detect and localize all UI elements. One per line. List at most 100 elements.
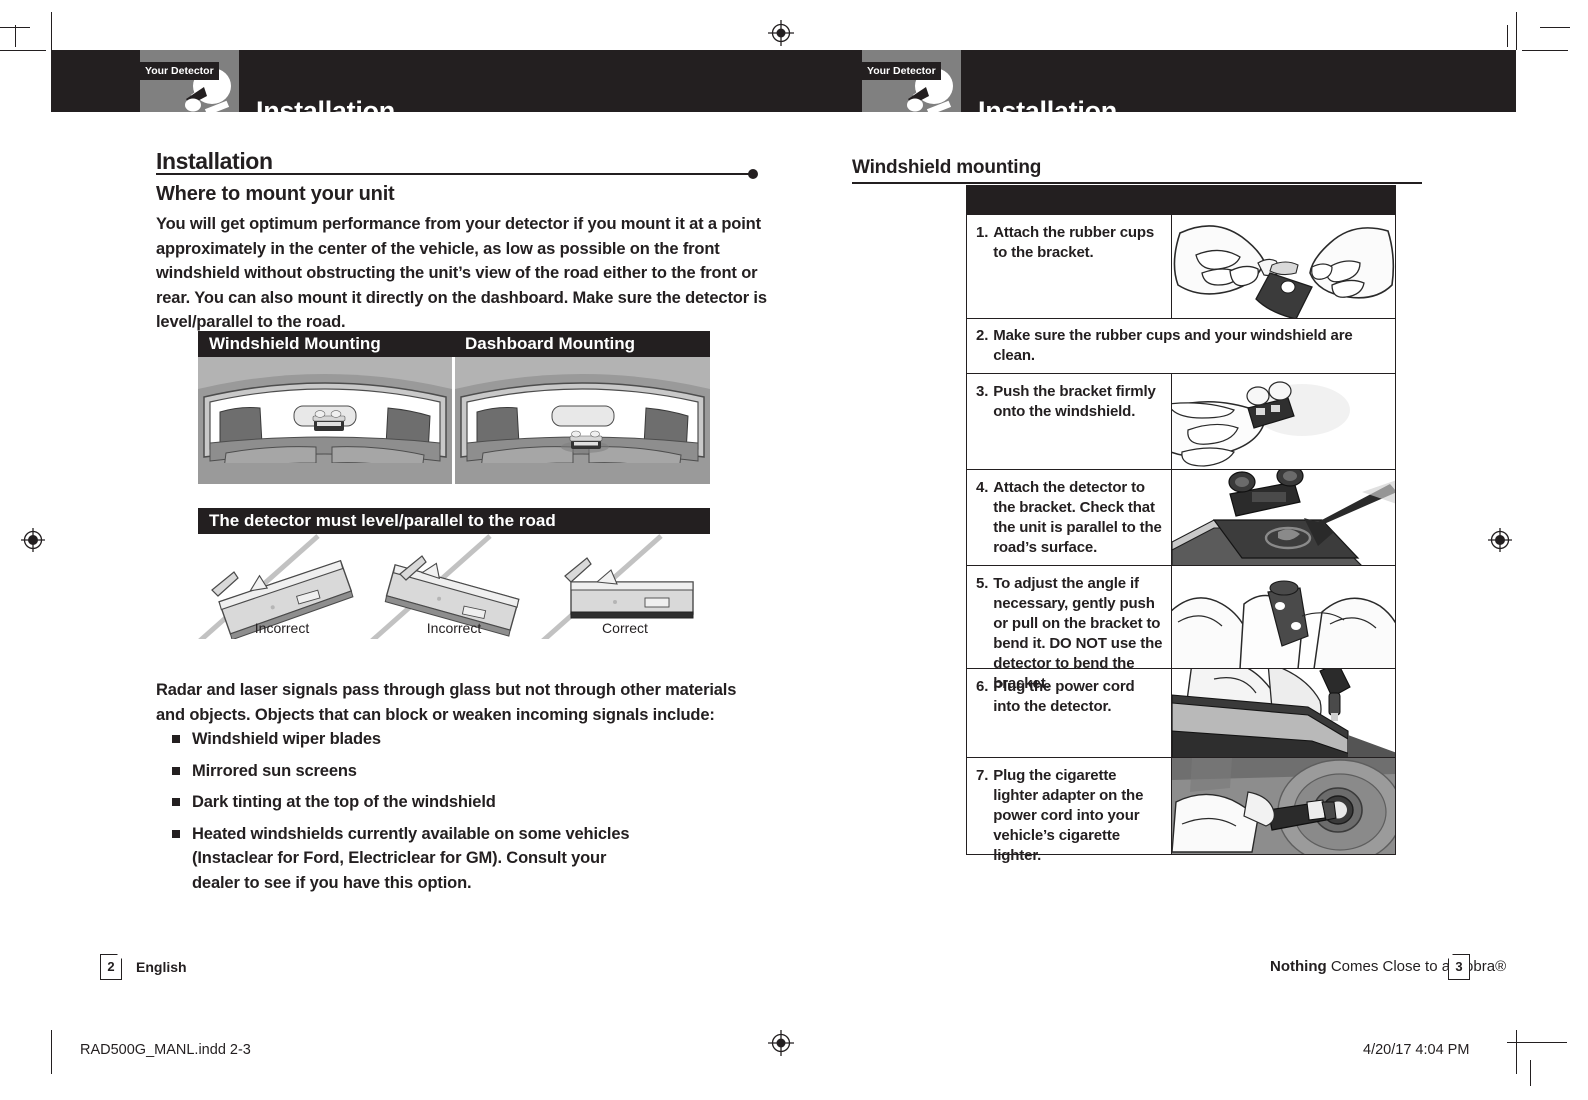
step-label: Make sure the rubber cups and your winds… bbox=[993, 327, 1353, 364]
list-item-label: Dark tinting at the top of the windshiel… bbox=[192, 793, 496, 811]
bullet-square-icon bbox=[172, 798, 180, 806]
crop-mark bbox=[1516, 1030, 1518, 1074]
step-number: 5. bbox=[976, 575, 989, 592]
table-row: 6. Plug the power cord into the detector… bbox=[967, 668, 1395, 757]
left-header-icon-tag: Your Detector bbox=[140, 62, 219, 80]
list-item-label: Heated windshields currently available o… bbox=[192, 824, 630, 892]
left-section-heading: Installation bbox=[156, 148, 273, 174]
level-figure-caption-bar: The detector must level/parallel to the … bbox=[198, 508, 710, 534]
level-figure: The detector must level/parallel to the … bbox=[198, 508, 711, 644]
step-label: Push the bracket firmly onto the windshi… bbox=[993, 383, 1156, 420]
bullet-square-icon bbox=[172, 735, 180, 743]
right-section-heading: Windshield mounting bbox=[852, 157, 1042, 178]
right-header-icon-tag-label: Your Detector bbox=[867, 65, 936, 77]
intro-paragraph: You will get optimum performance from yo… bbox=[156, 215, 767, 331]
crop-mark bbox=[0, 27, 30, 29]
level-figure-cell-incorrect-2: Incorrect bbox=[369, 534, 539, 644]
left-section-rule bbox=[156, 173, 754, 175]
hands-bending-bracket-illustration bbox=[1171, 566, 1395, 668]
step-text-cell-full: 2. Make sure the rubber cups and your wi… bbox=[967, 319, 1395, 373]
right-header-icon-tag: Your Detector bbox=[862, 62, 941, 80]
left-subheading: Where to mount your unit bbox=[156, 183, 395, 205]
table-row: 2. Make sure the rubber cups and your wi… bbox=[967, 318, 1395, 373]
blocking-objects-list: Windshield wiper blades Mirrored sun scr… bbox=[172, 727, 772, 902]
print-timestamp-slug: 4/20/17 4:04 PM bbox=[1363, 1042, 1470, 1058]
mounting-figure-caption-0: Windshield Mounting bbox=[209, 334, 381, 353]
right-page-number-badge: 3 bbox=[1447, 953, 1470, 980]
step-label: Plug the cigarette lighter adapter on th… bbox=[993, 767, 1144, 864]
bullet-square-icon bbox=[172, 766, 180, 775]
step-number: 1. bbox=[976, 224, 989, 241]
language-label: English bbox=[136, 959, 187, 975]
crop-mark bbox=[1530, 1060, 1532, 1086]
crop-mark bbox=[1516, 12, 1518, 50]
bullet-square-icon bbox=[172, 829, 180, 838]
mounting-figure-caption-1: Dashboard Mounting bbox=[465, 334, 635, 353]
level-label-0: Incorrect bbox=[255, 620, 310, 636]
step-label: Plug the power cord into the detector. bbox=[993, 678, 1135, 715]
level-label-1: Incorrect bbox=[426, 620, 481, 636]
level-figure-caption: The detector must level/parallel to the … bbox=[209, 511, 556, 530]
crop-mark bbox=[1507, 1042, 1567, 1044]
step-label: To adjust the angle if necessary, gently… bbox=[993, 575, 1163, 692]
level-figure-images: Incorrect Incorrect Correct bbox=[198, 534, 711, 644]
step-number: 3. bbox=[976, 383, 989, 400]
registration-mark-top bbox=[768, 20, 794, 46]
step-text-cell: 4. Attach the detector to the bracket. C… bbox=[967, 470, 1171, 565]
right-header-icon-block bbox=[862, 50, 961, 116]
right-section-rule bbox=[852, 182, 1422, 184]
left-page-number-badge: 2 bbox=[100, 953, 123, 980]
level-figure-cell-incorrect-1: Incorrect bbox=[198, 534, 367, 644]
step-text-cell: 6. Plug the power cord into the detector… bbox=[967, 669, 1171, 757]
list-item: Windshield wiper blades bbox=[172, 727, 772, 752]
crop-mark bbox=[1522, 50, 1568, 52]
brand-tagline: Nothing Comes Close to a Cobra® bbox=[1270, 958, 1506, 975]
step-number: 4. bbox=[976, 479, 989, 496]
level-figure-cell-correct: Correct bbox=[541, 534, 711, 644]
left-header-icon-tag-label: Your Detector bbox=[145, 65, 214, 77]
step-text-cell: 3. Push the bracket firmly onto the wind… bbox=[967, 374, 1171, 469]
step-number: 7. bbox=[976, 767, 989, 784]
hands-attaching-rubber-cups-illustration bbox=[1171, 215, 1395, 318]
mounting-figure-captions: Windshield Mounting Dashboard Mounting bbox=[198, 331, 710, 357]
step-text-cell: 1. Attach the rubber cups to the bracket… bbox=[967, 215, 1171, 318]
windshield-mounting-steps-table: 1. Attach the rubber cups to the bracket… bbox=[966, 185, 1396, 864]
manual-spread: Your Detector Installation Your Detector… bbox=[0, 0, 1588, 1100]
table-row: 1. Attach the rubber cups to the bracket… bbox=[967, 214, 1395, 318]
list-item: Dark tinting at the top of the windshiel… bbox=[172, 790, 772, 815]
dashboard-mounting-illustration bbox=[455, 357, 710, 484]
crop-mark bbox=[0, 50, 46, 52]
step-text-cell: 7. Plug the cigarette lighter adapter on… bbox=[967, 758, 1171, 864]
windshield-mounting-illustration bbox=[198, 357, 452, 484]
mounting-figure-images bbox=[198, 357, 710, 484]
crop-mark bbox=[51, 12, 53, 50]
power-cord-into-detector-illustration bbox=[1171, 669, 1395, 757]
registration-mark-right bbox=[1487, 527, 1513, 553]
table-row: 5. To adjust the angle if necessary, gen… bbox=[967, 565, 1395, 692]
list-item: Mirrored sun screens bbox=[172, 759, 772, 784]
step-number: 6. bbox=[976, 678, 989, 695]
steps-table-header-bar bbox=[967, 186, 1395, 214]
registration-mark-bottom bbox=[768, 1030, 794, 1056]
crop-mark bbox=[1507, 25, 1509, 47]
mounting-figure: Windshield Mounting Dashboard Mounting bbox=[198, 331, 710, 484]
signals-paragraph: Radar and laser signals pass through gla… bbox=[156, 681, 737, 724]
table-row: 3. Push the bracket firmly onto the wind… bbox=[967, 373, 1395, 469]
right-header-title: Installation bbox=[978, 96, 1117, 126]
left-section-rule-dot bbox=[748, 169, 758, 179]
cigarette-lighter-adapter-illustration bbox=[1171, 758, 1395, 854]
table-row: 7. Plug the cigarette lighter adapter on… bbox=[967, 757, 1395, 864]
crop-mark bbox=[1540, 27, 1570, 29]
step-label: Attach the detector to the bracket. Chec… bbox=[993, 479, 1162, 556]
left-header-icon-block bbox=[140, 50, 239, 116]
left-header-title: Installation bbox=[256, 96, 395, 126]
step-text-cell: 5. To adjust the angle if necessary, gen… bbox=[967, 566, 1171, 692]
list-item-label: Mirrored sun screens bbox=[192, 761, 357, 780]
level-label-2: Correct bbox=[602, 620, 648, 636]
detector-sliding-onto-bracket-illustration bbox=[1171, 470, 1395, 565]
list-item-label: Windshield wiper blades bbox=[192, 730, 381, 748]
step-number: 2. bbox=[976, 327, 989, 344]
hand-pushing-bracket-illustration bbox=[1171, 374, 1395, 469]
registration-mark-left bbox=[20, 527, 46, 553]
indesign-file-slug: RAD500G_MANL.indd 2-3 bbox=[80, 1042, 251, 1058]
